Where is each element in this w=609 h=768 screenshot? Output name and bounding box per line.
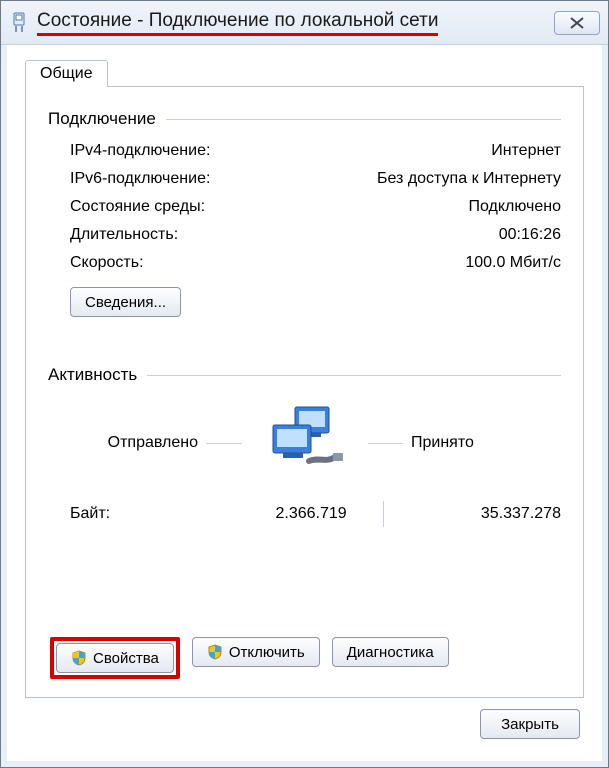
diagnose-button[interactable]: Диагностика — [332, 637, 449, 667]
row-media: Состояние среды: Подключено — [48, 193, 561, 221]
activity-group-heading: Активность — [48, 365, 561, 385]
divider — [206, 443, 242, 444]
tabstrip: Общие — [11, 49, 598, 86]
highlight-annotation: Свойства — [50, 637, 180, 679]
activity-group: Активность Отправлено — [48, 365, 561, 527]
divider — [383, 501, 384, 527]
ipv6-label: IPv6-подключение: — [70, 170, 210, 188]
properties-button[interactable]: Свойства — [56, 643, 174, 673]
ipv6-value: Без доступа к Интернету — [377, 170, 561, 188]
action-button-row: Свойства Отключить Диагностика — [48, 637, 449, 679]
shield-icon — [207, 644, 223, 660]
row-speed: Скорость: 100.0 Мбит/с — [48, 249, 561, 277]
close-window-button[interactable] — [554, 11, 600, 35]
network-adapter-icon — [9, 10, 29, 36]
ipv4-label: IPv4-подключение: — [70, 142, 210, 160]
client-area: Общие Подключение IPv4-подключение: Инте… — [11, 49, 598, 757]
window-title: Состояние - Подключение по локальной сет… — [37, 10, 438, 36]
connection-group-heading: Подключение — [48, 109, 561, 129]
bytes-label: Байт: — [70, 505, 170, 523]
row-ipv6: IPv6-подключение: Без доступа к Интернет… — [48, 165, 561, 193]
close-button[interactable]: Закрыть — [480, 709, 580, 739]
recv-label: Принято — [411, 434, 561, 452]
bytes-recv-value: 35.337.278 — [421, 505, 561, 523]
details-button[interactable]: Сведения... — [70, 287, 181, 317]
divider — [147, 375, 561, 376]
network-computers-icon — [250, 403, 360, 483]
tab-page-general: Подключение IPv4-подключение: Интернет I… — [25, 86, 584, 698]
media-label: Состояние среды: — [70, 198, 205, 216]
speed-label: Скорость: — [70, 254, 144, 272]
status-dialog: Состояние - Подключение по локальной сет… — [0, 0, 609, 768]
disable-button[interactable]: Отключить — [192, 637, 320, 667]
shield-icon — [71, 650, 87, 666]
titlebar: Состояние - Подключение по локальной сет… — [1, 1, 608, 45]
speed-value: 100.0 Мбит/с — [465, 254, 561, 272]
row-duration: Длительность: 00:16:26 — [48, 221, 561, 249]
duration-value: 00:16:26 — [499, 226, 561, 244]
connection-heading-text: Подключение — [48, 109, 156, 129]
details-button-label: Сведения... — [85, 294, 166, 311]
duration-label: Длительность: — [70, 226, 178, 244]
sent-label: Отправлено — [48, 434, 198, 452]
row-ipv4: IPv4-подключение: Интернет — [48, 137, 561, 165]
activity-heading-text: Активность — [48, 365, 137, 385]
properties-button-label: Свойства — [93, 650, 159, 667]
disable-button-label: Отключить — [229, 644, 305, 661]
divider — [166, 119, 561, 120]
close-button-label: Закрыть — [501, 716, 559, 733]
diagnose-button-label: Диагностика — [347, 644, 434, 661]
bytes-sent-value: 2.366.719 — [207, 505, 347, 523]
ipv4-value: Интернет — [491, 142, 561, 160]
bytes-row: Байт: 2.366.719 35.337.278 — [48, 483, 561, 527]
tab-general[interactable]: Общие — [25, 60, 108, 87]
divider — [368, 443, 404, 444]
media-value: Подключено — [468, 198, 561, 216]
activity-visual-row: Отправлено — [48, 393, 561, 483]
